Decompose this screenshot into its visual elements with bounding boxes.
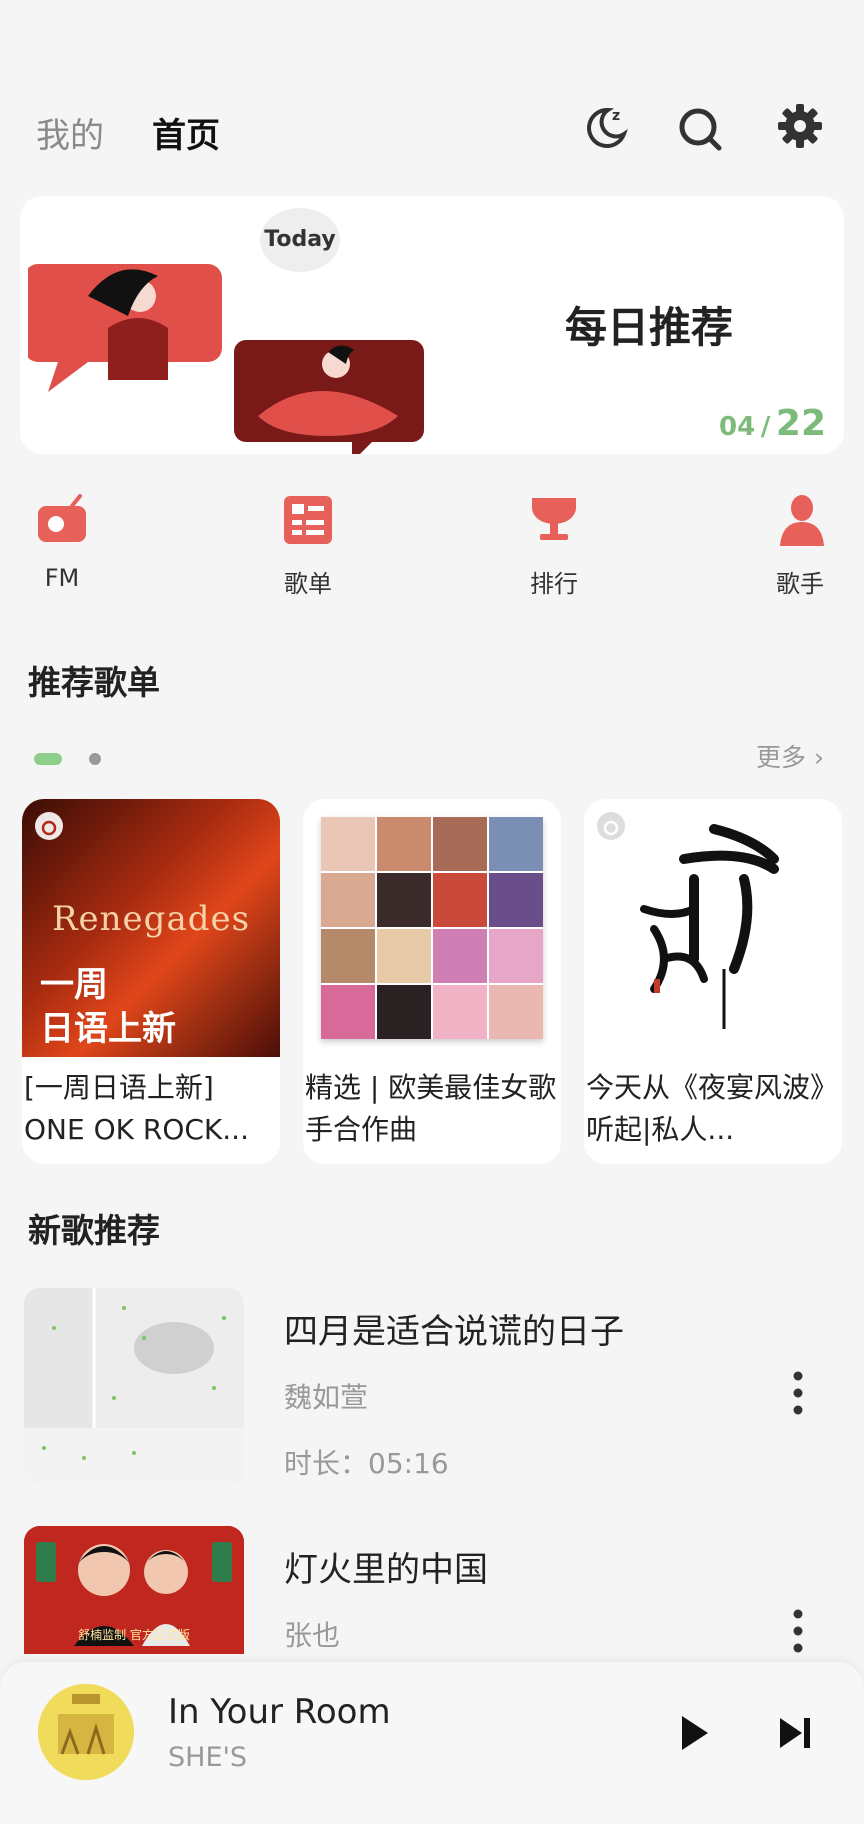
daily-date: 04 / 22	[719, 403, 826, 444]
playlist-icon	[284, 496, 332, 544]
song-cover-art	[24, 1288, 244, 1486]
carousel-indicator	[34, 748, 102, 765]
song-name: 四月是适合说谎的日子	[284, 1312, 624, 1352]
calligraphy-image	[640, 824, 779, 1029]
player-artist: SHE'S	[168, 1742, 248, 1773]
mini-player[interactable]: In Your Room SHE'S	[0, 1662, 864, 1824]
playlist-title: 精选 | 欧美最佳女歌手合作曲	[305, 1071, 557, 1146]
person-icon	[780, 495, 824, 546]
today-bubble: Today	[260, 208, 340, 272]
playlist-section-title: 推荐歌单	[28, 663, 160, 702]
nav-fm[interactable]: FM	[2, 490, 122, 610]
trophy-icon	[532, 498, 576, 540]
song-duration: 时长：05:16	[284, 1447, 449, 1480]
playlist-cover: Renegades 一周 日语上新	[22, 799, 280, 1057]
daily-recommend-card[interactable]: Today 每日推荐 04 / 22	[20, 196, 844, 454]
radio-icon	[38, 494, 86, 542]
playlist-title: [一周日语上新] ONE OK ROCK...	[24, 1071, 249, 1146]
skip-next-icon[interactable]	[768, 1706, 822, 1760]
netease-logo-icon	[35, 812, 63, 840]
playlist-cover-caption-line1: 一周	[40, 965, 108, 1005]
new-songs-section-title: 新歌推荐	[28, 1211, 160, 1250]
daily-month: 04	[719, 412, 756, 442]
nav-playlist-label: 歌单	[284, 570, 332, 598]
more-vertical-icon[interactable]	[780, 1606, 816, 1656]
gear-icon[interactable]	[772, 100, 828, 156]
player-song-title: In Your Room	[168, 1692, 391, 1732]
playlist-card[interactable]: Renegades 一周 日语上新 [一周日语上新] ONE OK ROCK..…	[22, 799, 280, 1164]
playlist-card[interactable]: 精选 | 欧美最佳女歌手合作曲	[303, 799, 561, 1164]
nav-artist-label: 歌手	[776, 570, 824, 598]
song-artist: 魏如萱	[284, 1381, 369, 1414]
top-bar: 我的 首页 z	[0, 100, 864, 160]
app-screen: 我的 首页 z Today 每日推荐 04 / 22 FM 歌单 排行 歌手 推…	[0, 0, 864, 1824]
daily-date-separator: /	[760, 412, 771, 442]
song-cover	[24, 1288, 244, 1486]
nav-ranking-label: 排行	[530, 570, 578, 598]
player-album-art-image	[38, 1684, 134, 1780]
playlist-cover-caption-line2: 日语上新	[40, 1009, 176, 1049]
song-row[interactable]: 四月是适合说谎的日子 魏如萱 时长：05:16	[0, 1288, 864, 1498]
netease-logo-icon	[597, 812, 625, 840]
nav-artist[interactable]: 歌手	[740, 490, 860, 610]
search-icon[interactable]	[672, 100, 728, 156]
playlist-cover	[303, 799, 561, 1057]
tab-home[interactable]: 首页	[152, 108, 220, 157]
daily-illustration	[28, 264, 424, 454]
player-album-art	[38, 1684, 134, 1780]
playlist-cover	[584, 799, 842, 1057]
playlist-cover-caption: 一周 日语上新	[40, 963, 176, 1051]
playlist-card[interactable]: 今天从《夜宴风波》听起|私人...	[584, 799, 842, 1164]
more-vertical-icon[interactable]	[780, 1368, 816, 1418]
playlist-cover-text: Renegades	[51, 899, 251, 939]
chevron-right-icon: ›	[814, 743, 824, 772]
song-artist: 张也	[284, 1619, 341, 1652]
nav-ranking[interactable]: 排行	[494, 490, 614, 610]
more-link[interactable]: 更多 ›	[756, 738, 824, 774]
collage-image	[321, 817, 543, 1039]
song-name: 灯火里的中国	[284, 1550, 488, 1590]
play-icon[interactable]	[666, 1706, 720, 1760]
carousel-dot	[89, 752, 102, 765]
song-cover-caption: 舒楠监制 官方正式版	[78, 1628, 190, 1642]
svg-text:z: z	[612, 108, 620, 124]
playlist-title: 今天从《夜宴风波》听起|私人...	[586, 1071, 839, 1146]
daily-day: 22	[775, 403, 826, 444]
more-label: 更多	[756, 743, 807, 772]
carousel-dot-active	[34, 752, 62, 765]
moon-sleep-icon[interactable]: z	[578, 100, 634, 156]
nav-playlist[interactable]: 歌单	[248, 490, 368, 610]
nav-fm-label: FM	[44, 564, 80, 592]
daily-title: 每日推荐	[565, 303, 734, 352]
song-cover: 舒楠监制 官方正式版	[24, 1526, 244, 1654]
tab-mine[interactable]: 我的	[36, 108, 104, 157]
